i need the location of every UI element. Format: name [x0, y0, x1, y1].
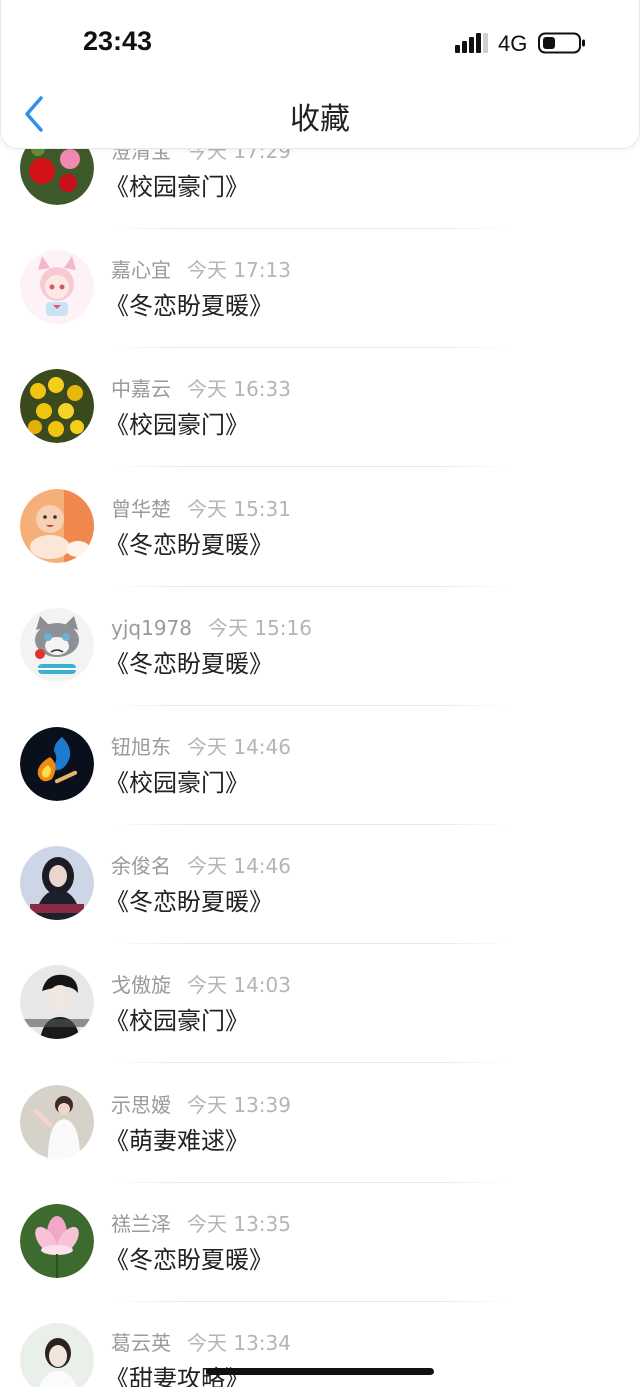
network-type: 4G [498, 31, 528, 56]
avatar[interactable] [20, 607, 94, 682]
list-item[interactable]: 曾华楚 今天 15:31 《冬恋盼夏暖》 [0, 482, 640, 601]
timestamp: 今天 15:16 [208, 615, 312, 640]
divider [111, 466, 511, 468]
item-meta: 禚兰泽 今天 13:35 [111, 1208, 291, 1237]
list-item[interactable]: 戈傲旋 今天 14:03 《校园豪门》 [0, 958, 640, 1077]
battery-low-icon [538, 32, 585, 54]
book-title[interactable]: 《校园豪门》 [105, 1001, 249, 1036]
item-meta: 嘉心宜 今天 17:13 [111, 254, 291, 283]
user-name[interactable]: 禚兰泽 [111, 1212, 171, 1236]
page-title: 收藏 [290, 102, 350, 137]
divider [111, 1062, 511, 1064]
book-title[interactable]: 《冬恋盼夏暖》 [105, 525, 273, 560]
timestamp: 今天 16:33 [187, 377, 291, 402]
favorites-screen: 澄清宝 今天 17:29 《校园豪门》 嘉心宜 今天 17:13 《冬恋盼夏暖》 中嘉云 今天… [0, 0, 640, 1387]
user-name[interactable]: 中嘉云 [111, 377, 171, 401]
user-name[interactable]: 钮旭东 [111, 735, 171, 759]
item-meta: 葛云英 今天 13:34 [111, 1327, 291, 1356]
user-name[interactable]: 戈傲旋 [111, 973, 171, 997]
timestamp: 今天 14:46 [187, 854, 291, 879]
list-item[interactable]: 示思嫒 今天 13:39 《萌妻难逑》 [0, 1078, 640, 1197]
signal-bars-icon [455, 33, 488, 53]
user-name[interactable]: yjq1978 [111, 616, 192, 640]
user-name[interactable]: 余俊名 [111, 854, 171, 878]
home-indicator[interactable] [206, 1368, 434, 1375]
item-meta: 曾华楚 今天 15:31 [111, 493, 291, 522]
list-item[interactable]: 嘉心宜 今天 17:13 《冬恋盼夏暖》 [0, 243, 640, 362]
divider [111, 585, 511, 587]
book-title[interactable]: 《校园豪门》 [105, 405, 249, 440]
book-title[interactable]: 《冬恋盼夏暖》 [105, 286, 273, 321]
user-name[interactable]: 曾华楚 [111, 497, 171, 521]
list-item[interactable]: 余俊名 今天 14:46 《冬恋盼夏暖》 [0, 839, 640, 958]
timestamp: 今天 13:39 [187, 1092, 291, 1117]
avatar[interactable] [20, 727, 94, 801]
book-title[interactable]: 《冬恋盼夏暖》 [105, 1240, 273, 1275]
timestamp: 今天 15:31 [187, 496, 291, 521]
avatar[interactable] [20, 369, 94, 444]
book-title[interactable]: 《校园豪门》 [105, 763, 249, 798]
item-meta: yjq1978 今天 15:16 [111, 612, 312, 641]
book-title[interactable]: 《萌妻难逑》 [105, 1121, 249, 1156]
divider [111, 228, 511, 229]
user-name[interactable]: 葛云英 [111, 1331, 171, 1355]
avatar[interactable] [20, 965, 94, 1040]
item-meta: 钮旭东 今天 14:46 [111, 731, 291, 760]
book-title[interactable]: 《冬恋盼夏暖》 [105, 644, 273, 679]
timestamp: 今天 17:13 [187, 258, 291, 283]
user-name[interactable]: 嘉心宜 [111, 258, 171, 282]
list-item[interactable]: 中嘉云 今天 16:33 《校园豪门》 [0, 362, 640, 481]
avatar[interactable] [20, 1203, 94, 1278]
timestamp: 今天 14:03 [187, 973, 291, 998]
header: 23:43 4G 收藏 [0, 0, 640, 149]
divider [111, 943, 511, 945]
list-item[interactable]: yjq1978 今天 15:16 《冬恋盼夏暖》 [0, 601, 640, 720]
divider [111, 347, 511, 349]
list-item[interactable]: 钮旭东 今天 14:46 《校园豪门》 [0, 720, 640, 839]
timestamp: 今天 14:46 [187, 735, 291, 759]
avatar[interactable] [20, 1323, 94, 1387]
book-title[interactable]: 《冬恋盼夏暖》 [105, 882, 273, 917]
divider [111, 1181, 511, 1183]
user-name[interactable]: 示思嫒 [111, 1093, 171, 1117]
item-meta: 余俊名 今天 14:46 [111, 850, 291, 879]
list-item[interactable]: 禚兰泽 今天 13:35 《冬恋盼夏暖》 [0, 1197, 640, 1316]
item-meta: 戈傲旋 今天 14:03 [111, 969, 291, 998]
item-meta: 中嘉云 今天 16:33 [111, 373, 291, 402]
list-item[interactable]: 葛云英 今天 13:34 《甜妻攻略》 [0, 1316, 640, 1387]
divider [111, 1300, 511, 1302]
item-meta: 示思嫒 今天 13:39 [111, 1089, 291, 1118]
timestamp: 今天 13:34 [187, 1331, 291, 1355]
status-time: 23:43 [83, 26, 153, 56]
divider [111, 704, 511, 706]
divider [111, 824, 511, 825]
avatar[interactable] [20, 1084, 94, 1159]
book-title[interactable]: 《校园豪门》 [105, 167, 249, 202]
avatar[interactable] [20, 488, 94, 563]
avatar[interactable] [20, 250, 94, 325]
timestamp: 今天 13:35 [187, 1211, 291, 1236]
avatar[interactable] [20, 846, 94, 921]
